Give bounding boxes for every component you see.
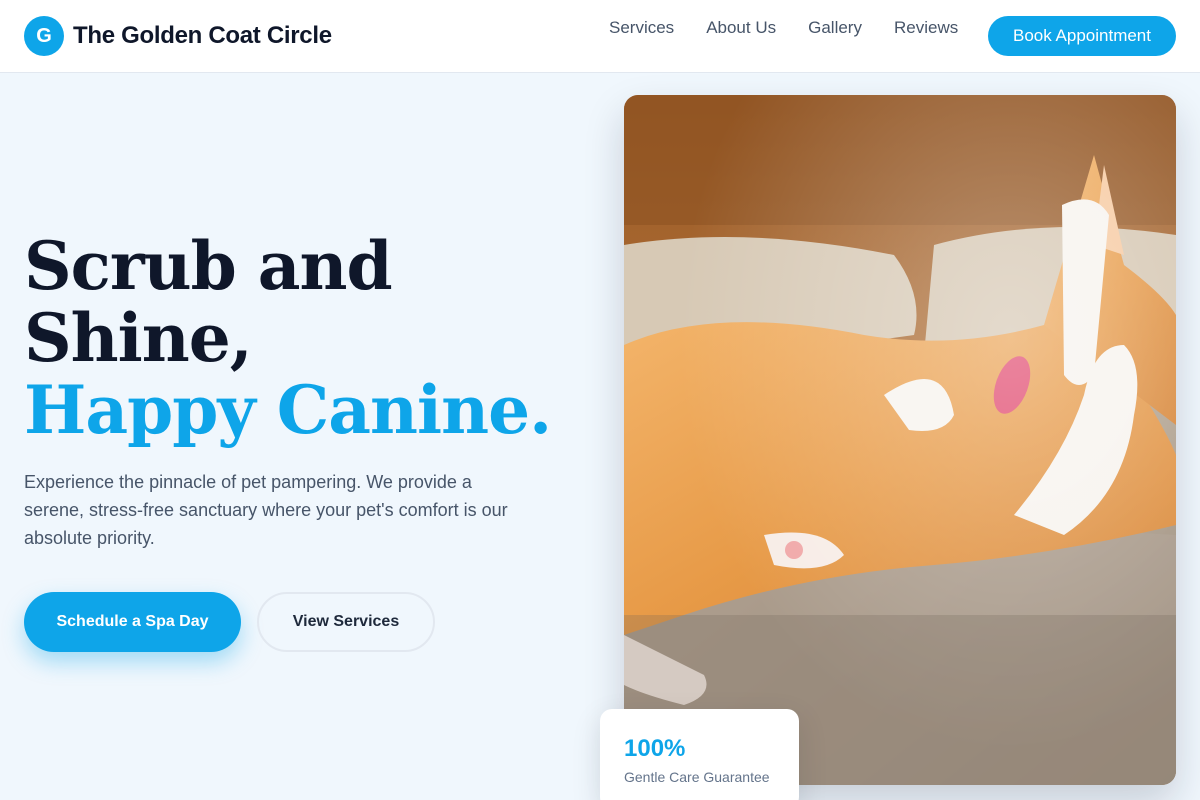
guarantee-label: Gentle Care Guarantee	[624, 769, 770, 785]
hero-description: Experience the pinnacle of pet pampering…	[24, 472, 508, 548]
view-services-button[interactable]: View Services	[257, 592, 435, 652]
nav-link-gallery[interactable]: Gallery	[808, 18, 862, 38]
hero-pet-photo	[624, 95, 1176, 785]
nav-link-reviews[interactable]: Reviews	[894, 18, 958, 38]
hero-title-line-1: Scrub and	[24, 227, 393, 305]
brand-name: The Golden Coat Circle	[73, 22, 332, 49]
hero-title-line-2: Shine,	[24, 299, 253, 377]
schedule-spa-day-button[interactable]: Schedule a Spa Day	[24, 592, 241, 652]
cat-on-cushion-image	[624, 95, 1176, 785]
brand[interactable]: G The Golden Coat Circle	[24, 16, 332, 56]
top-navbar: G The Golden Coat Circle Services About …	[0, 0, 1200, 73]
hero-title: Scrub and Shine, Happy Canine.	[24, 227, 552, 449]
book-appointment-button[interactable]: Book Appointment	[988, 16, 1176, 56]
guarantee-value: 100%	[624, 735, 686, 762]
nav-links: Services About Us Gallery Reviews	[609, 18, 990, 38]
guarantee-badge: 100% Gentle Care Guarantee	[600, 709, 799, 800]
hero-title-accent: Happy Canine.	[24, 371, 552, 449]
nav-link-services[interactable]: Services	[609, 18, 674, 38]
nav-link-about-us[interactable]: About Us	[706, 18, 776, 38]
logo-icon: G	[24, 16, 64, 56]
